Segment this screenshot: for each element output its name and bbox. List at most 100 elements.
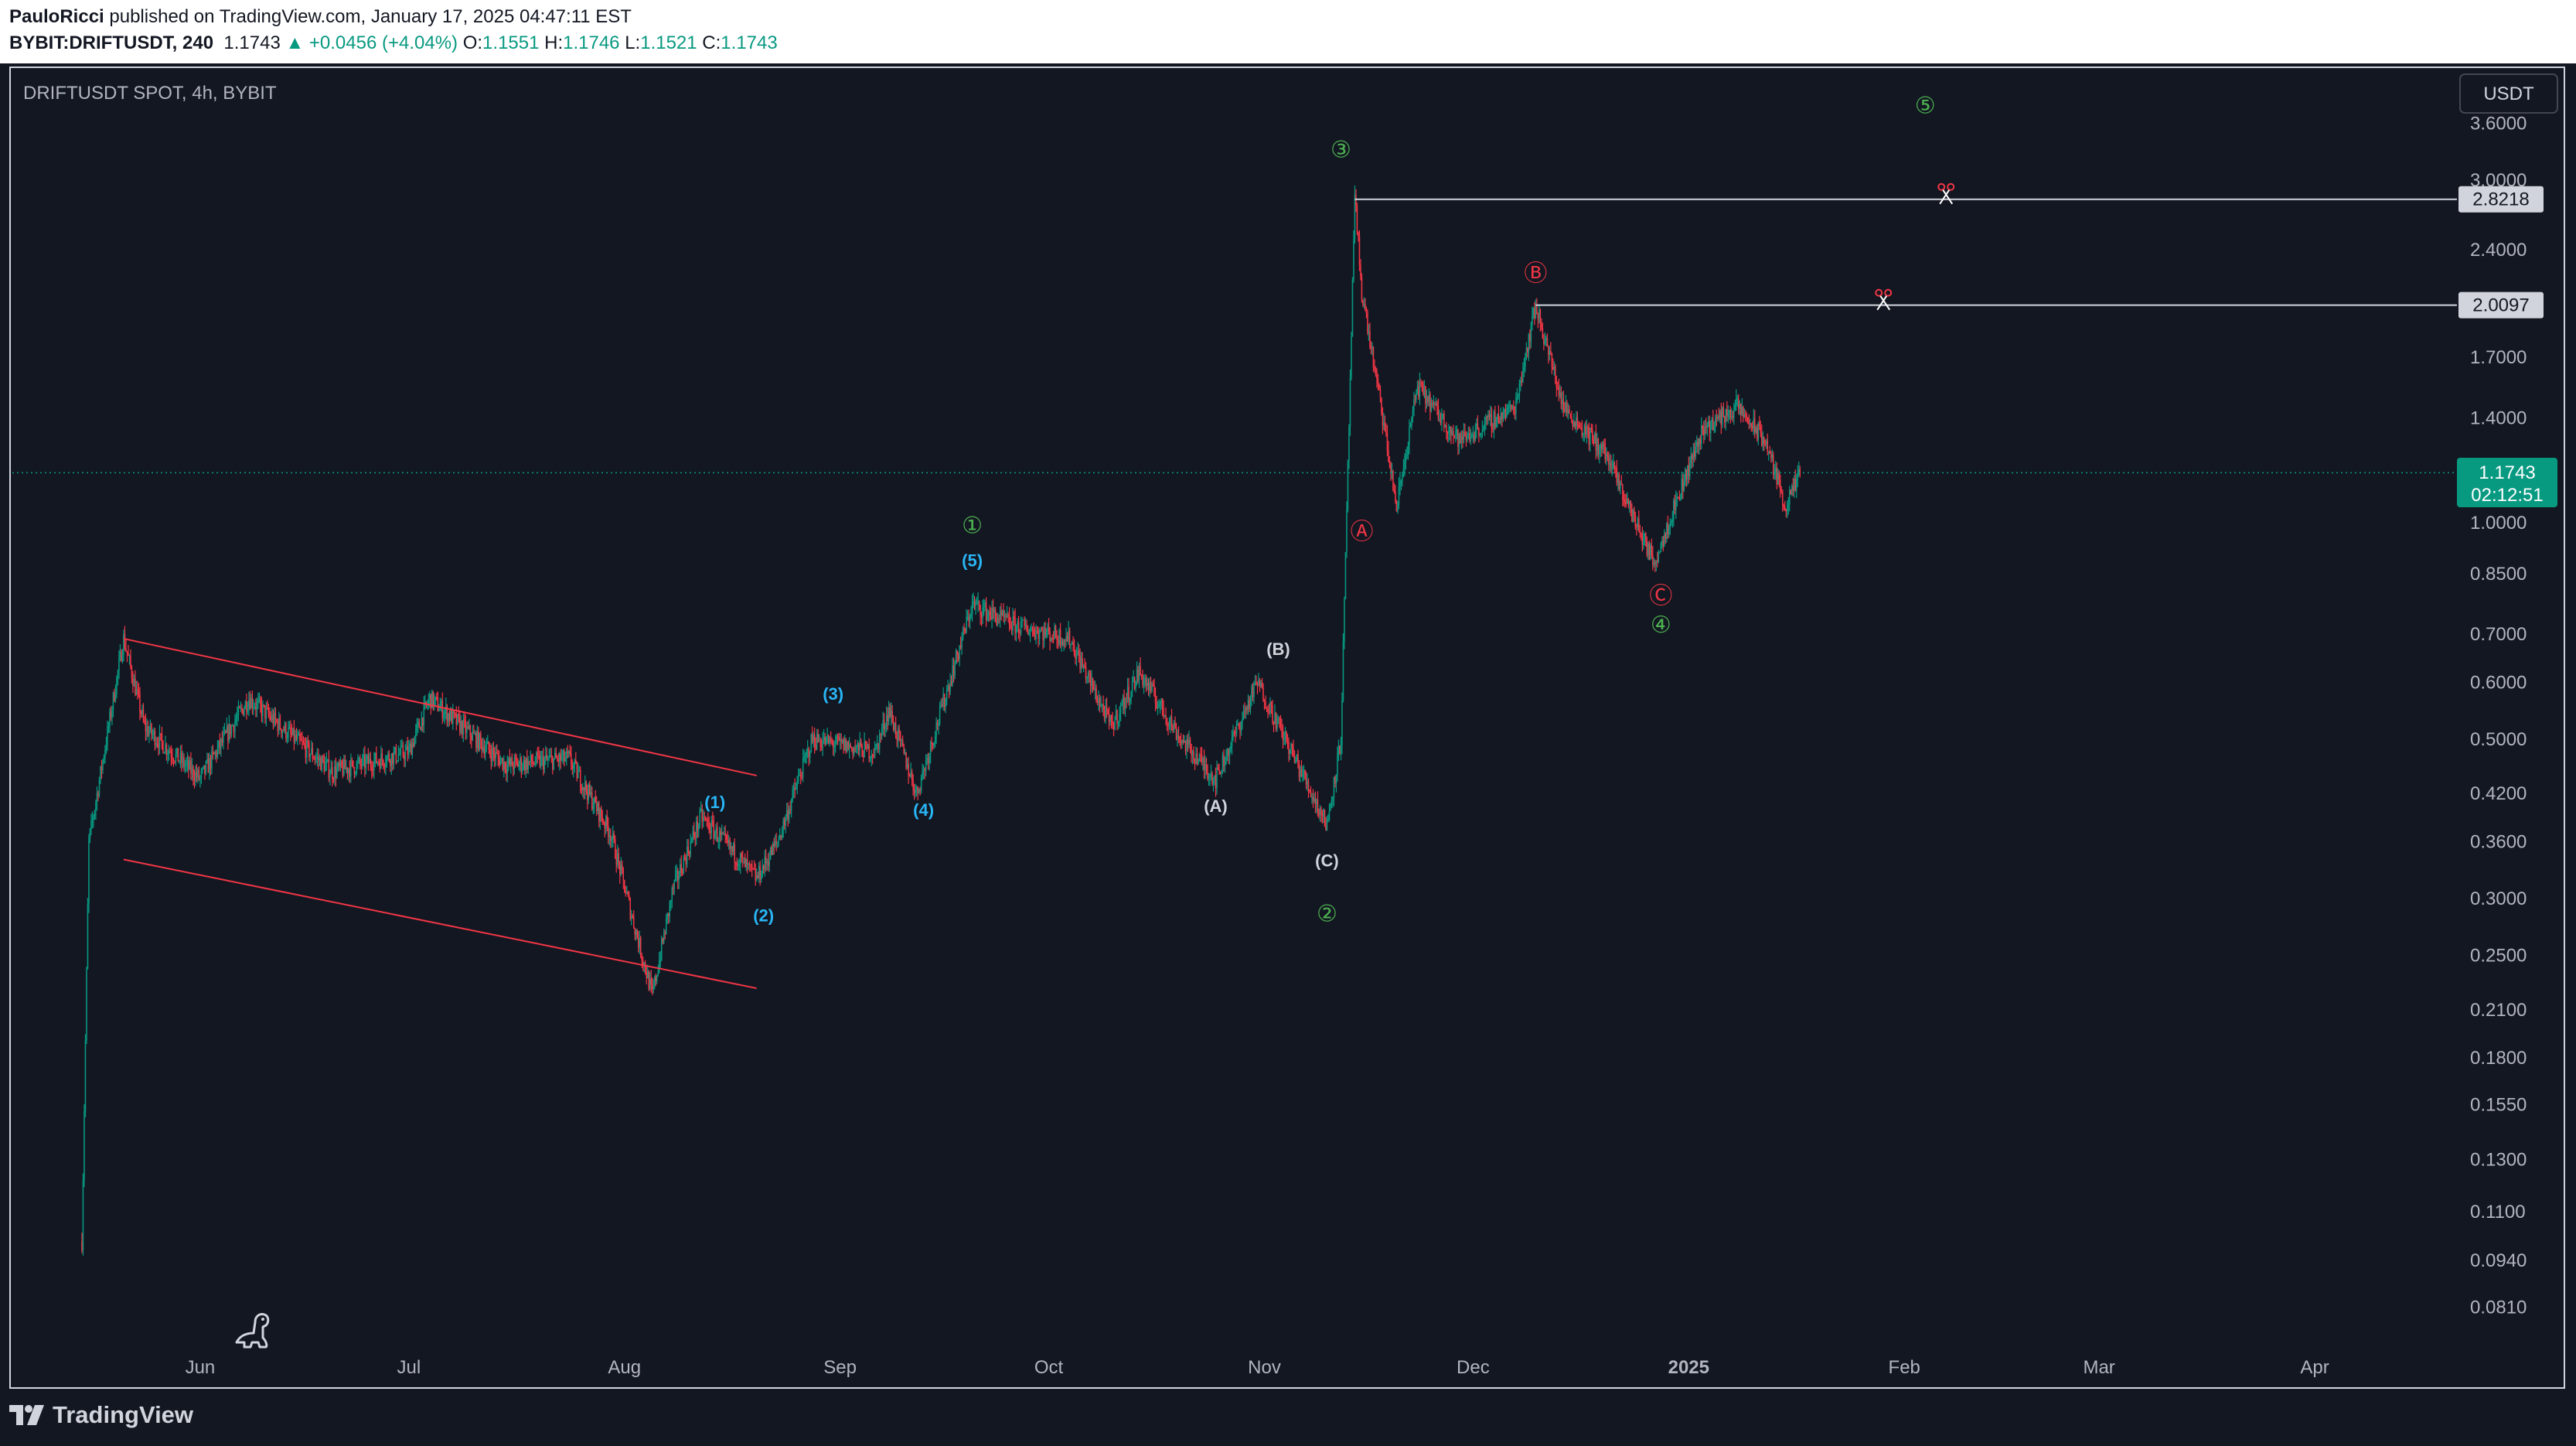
candle-body xyxy=(496,752,498,754)
candle-body xyxy=(147,726,149,736)
wave-label: Ⓑ xyxy=(1524,261,1547,286)
candle-body xyxy=(1712,418,1714,431)
tradingview-logo[interactable]: TradingView xyxy=(9,1401,193,1429)
candle-body xyxy=(1780,490,1783,492)
candle-body xyxy=(1065,636,1067,642)
candle-body xyxy=(272,714,274,725)
time-tick-label: Oct xyxy=(1034,1357,1064,1378)
candle-body xyxy=(206,759,208,762)
currency-label[interactable]: USDT xyxy=(2483,84,2534,104)
candle-body xyxy=(641,956,642,960)
candle-body xyxy=(1164,715,1166,717)
candle-body xyxy=(1282,729,1284,741)
wave-label: Ⓐ xyxy=(1350,520,1373,545)
candle-body xyxy=(1650,545,1651,560)
candle-body xyxy=(1260,682,1262,687)
candle-body xyxy=(985,602,987,620)
price-chart[interactable]: DRIFTUSDT SPOT, 4h, BYBIT 3.60003.00002.… xyxy=(0,0,2576,1446)
candle-body xyxy=(364,755,366,769)
candle-body xyxy=(1409,427,1410,445)
candle-body xyxy=(1388,449,1389,462)
candle-body xyxy=(632,916,635,929)
candle-body xyxy=(1743,414,1746,418)
current-price: 1.1743 xyxy=(2479,462,2535,483)
candle-body xyxy=(516,758,518,762)
candle-body xyxy=(567,751,569,753)
time-tick-label: Jun xyxy=(186,1357,216,1378)
candle-body xyxy=(145,722,147,732)
candle-body xyxy=(1573,421,1575,427)
candle-body xyxy=(462,721,463,735)
candle-body xyxy=(1219,771,1222,774)
wave-label: ④ xyxy=(1651,612,1671,638)
candle-body xyxy=(781,830,783,838)
candle-body xyxy=(927,758,929,763)
candle-body xyxy=(1293,747,1294,755)
candle-body xyxy=(176,748,178,754)
candle-body xyxy=(339,763,340,767)
candle-body xyxy=(1147,682,1148,686)
candle-body xyxy=(573,765,574,769)
candle-body xyxy=(611,839,613,841)
candle-body xyxy=(1158,704,1160,707)
candle-body xyxy=(1416,387,1419,392)
candle-body xyxy=(1276,719,1278,729)
candle-body xyxy=(1695,446,1697,457)
candle-body xyxy=(550,755,551,758)
candle-body xyxy=(574,760,576,766)
candle-body xyxy=(1694,450,1695,457)
currency-button[interactable]: USDT xyxy=(2459,73,2558,114)
candle-body xyxy=(198,769,200,779)
candle-body xyxy=(778,840,779,842)
candle-body xyxy=(892,721,894,731)
candle-body xyxy=(1607,454,1609,457)
candle-body xyxy=(371,766,373,771)
candle-body xyxy=(787,810,789,820)
candle-body xyxy=(783,820,785,826)
candle-body xyxy=(874,747,876,757)
candle-body xyxy=(869,758,871,759)
candle-body xyxy=(1641,534,1644,546)
candle-body xyxy=(906,764,908,769)
candle-body xyxy=(762,865,763,878)
candle-body xyxy=(1309,789,1310,792)
candle-body xyxy=(1390,462,1392,473)
candle-body xyxy=(871,755,874,756)
candle-body xyxy=(189,760,191,769)
candle-body xyxy=(1441,414,1443,424)
candle-body xyxy=(1070,644,1072,646)
candle-body xyxy=(1360,264,1361,278)
candle-body xyxy=(1516,397,1518,398)
candle-body xyxy=(876,743,878,745)
candle-body xyxy=(1425,386,1426,404)
candle-body xyxy=(1381,397,1382,413)
candle-body xyxy=(1307,780,1308,785)
candle-body xyxy=(1562,400,1565,411)
candle-body xyxy=(1658,552,1660,562)
candle-body xyxy=(350,759,352,777)
candle-body xyxy=(102,760,104,770)
candle-body xyxy=(952,665,955,677)
candle-body xyxy=(660,938,663,960)
candle-body xyxy=(1022,619,1024,621)
candle-body xyxy=(975,603,976,606)
candle-body xyxy=(1747,417,1749,421)
candle-body xyxy=(711,820,714,824)
candle-body xyxy=(216,748,219,757)
candle-body xyxy=(479,733,481,750)
candle-body xyxy=(792,787,795,790)
candle-body xyxy=(901,739,904,746)
candle-body xyxy=(1549,350,1551,355)
candle-body xyxy=(707,820,709,822)
candle-body xyxy=(1483,428,1484,430)
candle-body xyxy=(1504,409,1505,412)
candle-body xyxy=(1651,545,1653,555)
candle-body xyxy=(358,758,360,762)
candle-body xyxy=(845,738,847,753)
candle-body xyxy=(1256,682,1257,685)
candle-body xyxy=(154,731,156,746)
candle-body xyxy=(674,873,676,881)
candle-body xyxy=(1235,724,1238,735)
price-tick-label: 0.2100 xyxy=(2470,1000,2527,1021)
candle-body xyxy=(685,858,687,865)
